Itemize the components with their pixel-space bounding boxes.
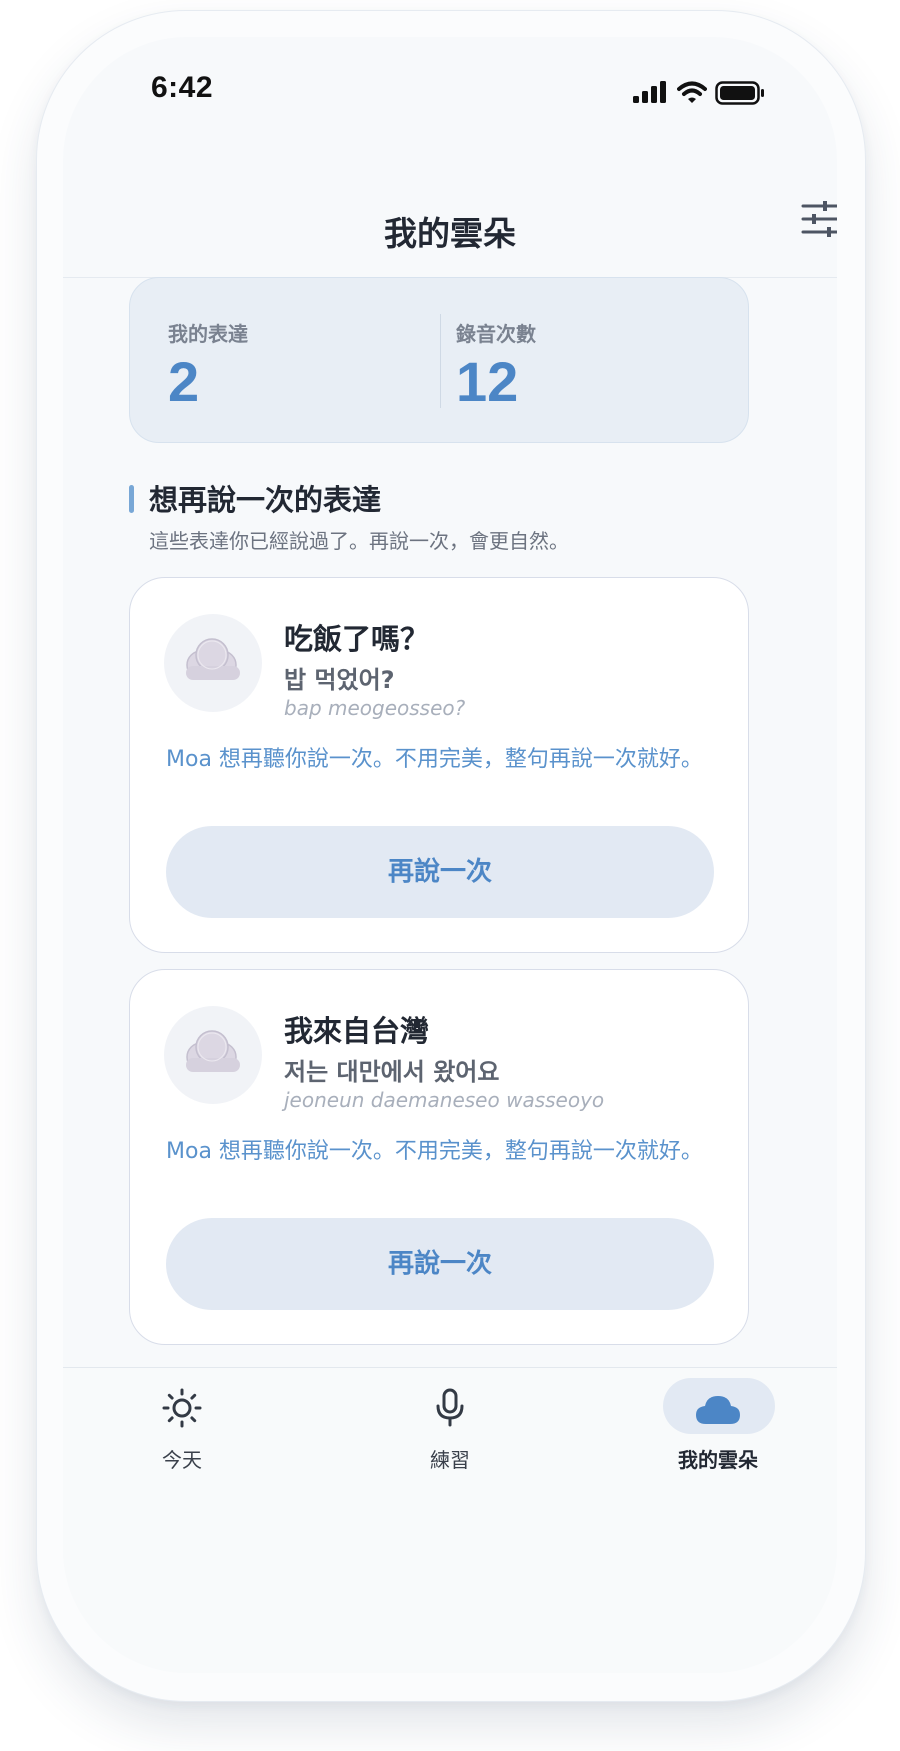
status-time: 6:42: [151, 71, 214, 104]
cloud-avatar: [164, 614, 262, 712]
tab-today[interactable]: 今天: [87, 1368, 277, 1488]
sun-icon: [162, 1388, 202, 1428]
cloud-avatar-icon: [186, 638, 240, 680]
sliders-icon: [801, 201, 837, 237]
phrase-chinese: 我來自台灣: [284, 1014, 430, 1048]
tab-my-clouds-label: 我的雲朵: [678, 1448, 758, 1472]
stat-recordings-label: 錄音次數: [456, 322, 536, 346]
tab-practice[interactable]: 練習: [355, 1368, 545, 1488]
section-accent-bar: [129, 485, 134, 513]
stat-expressions: 我的表達 2: [168, 318, 248, 414]
phrase-romanization: jeoneun daemaneseo wasseoyo: [284, 1088, 605, 1112]
signal-icon: [633, 81, 666, 103]
page-title: 我的雲朵: [384, 214, 516, 253]
microphone-icon: [436, 1388, 464, 1427]
phrase-korean: 밥 먹었어?: [284, 666, 395, 694]
phrase-chinese: 吃飯了嗎？: [284, 622, 430, 656]
tab-my-clouds[interactable]: 我的雲朵: [623, 1368, 813, 1488]
phone-frame: 6:42 我的雲朵 我的表達 2 錄音次數 12 想再說一次的表達 這些表達你已…: [36, 10, 866, 1702]
stats-card: 我的表達 2 錄音次數 12: [129, 277, 749, 443]
tab-my-clouds-icon-wrap: [623, 1380, 813, 1436]
tab-practice-icon-wrap: [355, 1380, 545, 1436]
phrase-korean: 저는 대만에서 왔어요: [284, 1058, 500, 1086]
tab-today-label: 今天: [162, 1448, 202, 1472]
say-again-button[interactable]: 再說一次: [166, 826, 714, 918]
phrase-romanization: bap meogeosseo?: [284, 696, 466, 720]
section-subtitle: 這些表達你已經說過了。再說一次，會更自然。: [149, 529, 569, 553]
phrase-encouragement: Moa 想再聽你說一次。不用完美，整句再說一次就好。: [166, 747, 703, 772]
bottom-tab-bar: 今天 練習 我的雲朵: [63, 1367, 837, 1673]
cloud-avatar-icon: [186, 1030, 240, 1072]
app-header: 我的雲朵: [63, 167, 837, 278]
filter-button[interactable]: [799, 197, 837, 241]
tab-practice-label: 練習: [430, 1448, 470, 1472]
phrase-card: 吃飯了嗎？ 밥 먹었어? bap meogeosseo? Moa 想再聽你說一次…: [129, 577, 749, 953]
section-title: 想再說一次的表達: [149, 483, 382, 517]
wifi-icon: [677, 81, 707, 103]
battery-icon: [715, 81, 764, 105]
say-again-button[interactable]: 再說一次: [166, 1218, 714, 1310]
phrase-card: 我來自台灣 저는 대만에서 왔어요 jeoneun daemaneseo was…: [129, 969, 749, 1345]
app-screen: 6:42 我的雲朵 我的表達 2 錄音次數 12 想再說一次的表達 這些表達你已…: [63, 37, 837, 1673]
phrase-encouragement: Moa 想再聽你說一次。不用完美，整句再說一次就好。: [166, 1139, 703, 1164]
cloud-avatar: [164, 1006, 262, 1104]
stat-recordings-value: 12: [456, 350, 519, 413]
status-bar: 6:42: [63, 37, 837, 127]
stat-expressions-label: 我的表達: [168, 322, 248, 346]
tab-today-icon-wrap: [87, 1380, 277, 1436]
cloud-icon: [696, 1396, 740, 1424]
stat-expressions-value: 2: [168, 350, 200, 413]
stat-recordings: 錄音次數 12: [456, 318, 536, 414]
stat-divider: [440, 314, 441, 408]
